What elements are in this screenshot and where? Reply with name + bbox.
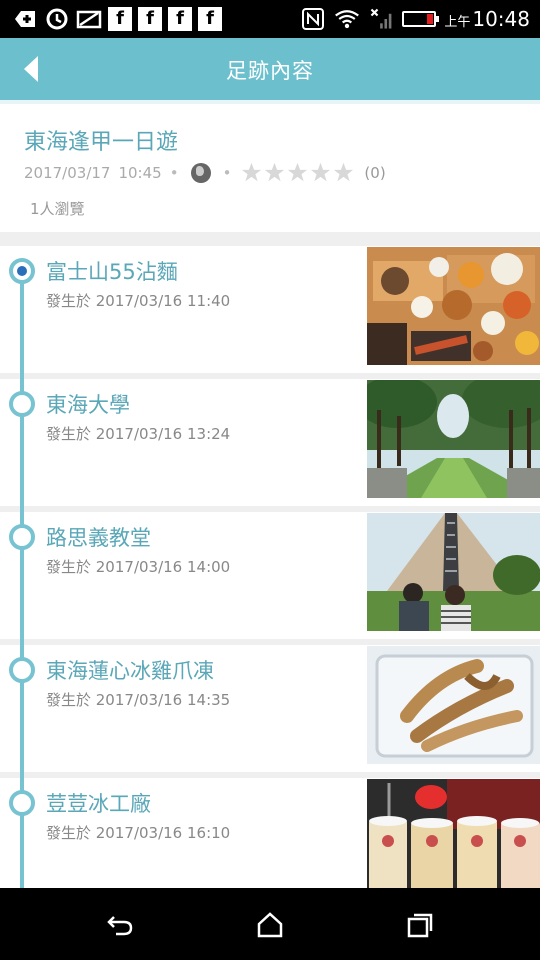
recents-icon <box>407 913 433 938</box>
separator-dot: • <box>222 163 232 182</box>
star-icon <box>334 162 354 182</box>
trip-meta: 2017/03/17 10:45 • • (0) <box>24 162 386 183</box>
wifi-icon <box>334 6 360 32</box>
nav-recents-button[interactable] <box>400 908 440 942</box>
timeline-entry[interactable]: 路思義教堂 發生於 2017/03/16 14:00 <box>0 512 540 639</box>
entry-title: 富士山55沾麵 <box>46 260 178 284</box>
star-icon <box>265 162 285 182</box>
entry-photo[interactable] <box>367 513 540 631</box>
star-icon <box>288 162 308 182</box>
nav-back-button[interactable] <box>100 908 140 942</box>
system-nav-bar <box>0 888 540 960</box>
sync-icon <box>44 6 70 32</box>
notification-icons: f f f f <box>12 6 222 32</box>
entry-title: 東海蓮心冰雞爪凍 <box>46 659 214 683</box>
status-bar: f f f f 上午 10:48 <box>0 0 540 38</box>
clock-ampm: 上午 <box>444 15 471 30</box>
entry-photo[interactable] <box>367 380 540 498</box>
entry-title: 路思義教堂 <box>46 526 151 550</box>
star-icon <box>242 162 262 182</box>
rating-stars[interactable] <box>241 162 354 183</box>
footprint-timeline: 富士山55沾麵 發生於 2017/03/16 11:40 東海大學 發生於 20… <box>0 246 540 888</box>
facebook-icon: f <box>168 7 192 31</box>
entry-time: 發生於 2017/03/16 11:40 <box>46 292 231 310</box>
timeline-node <box>9 524 35 550</box>
trip-date: 2017/03/17 <box>24 163 111 182</box>
nav-home-button[interactable] <box>250 908 290 942</box>
entry-time: 發生於 2017/03/16 14:35 <box>46 691 231 709</box>
system-icons: 上午 10:48 <box>300 6 530 32</box>
timeline-node <box>9 391 35 417</box>
battery-icon <box>402 11 440 27</box>
timeline-entry[interactable]: 荳荳冰工廠 發生於 2017/03/16 16:10 <box>0 778 540 888</box>
rating-count: (0) <box>364 163 386 182</box>
add-notification-icon <box>12 6 38 32</box>
timeline-node-active <box>9 258 35 284</box>
entry-photo[interactable] <box>367 646 540 764</box>
timeline-node <box>9 657 35 683</box>
timeline-entry[interactable]: 東海大學 發生於 2017/03/16 13:24 <box>0 379 540 506</box>
entry-time: 發生於 2017/03/16 14:00 <box>46 558 231 576</box>
back-arrow-icon <box>107 916 133 936</box>
timeline-node <box>9 790 35 816</box>
trip-time: 10:45 <box>118 163 162 182</box>
entry-time: 發生於 2017/03/16 13:24 <box>46 425 231 443</box>
app-bar: 足跡內容 <box>0 38 540 100</box>
timeline-entry[interactable]: 東海蓮心冰雞爪凍 發生於 2017/03/16 14:35 <box>0 645 540 772</box>
entry-photo[interactable] <box>367 779 540 888</box>
star-icon <box>311 162 331 182</box>
globe-icon <box>190 162 211 183</box>
page-title: 足跡內容 <box>226 59 314 83</box>
trip-summary-card: 東海逢甲一日遊 2017/03/17 10:45 • • (0) 1人瀏覽 <box>0 100 540 232</box>
clock-time: 10:48 <box>472 7 530 31</box>
separator-dot: • <box>169 163 179 182</box>
entry-title: 荳荳冰工廠 <box>46 792 151 816</box>
entry-title: 東海大學 <box>46 393 130 417</box>
entry-photo[interactable] <box>367 247 540 365</box>
image-notification-icon <box>76 6 102 32</box>
view-count: 1人瀏覽 <box>30 200 85 218</box>
facebook-icon: f <box>138 7 162 31</box>
facebook-icon: f <box>198 7 222 31</box>
no-signal-icon <box>368 6 394 32</box>
timeline-entry[interactable]: 富士山55沾麵 發生於 2017/03/16 11:40 <box>0 246 540 373</box>
trip-title[interactable]: 東海逢甲一日遊 <box>24 124 178 156</box>
home-icon <box>257 912 283 938</box>
facebook-icon: f <box>108 7 132 31</box>
entry-time: 發生於 2017/03/16 16:10 <box>46 824 231 842</box>
nfc-icon <box>300 6 326 32</box>
